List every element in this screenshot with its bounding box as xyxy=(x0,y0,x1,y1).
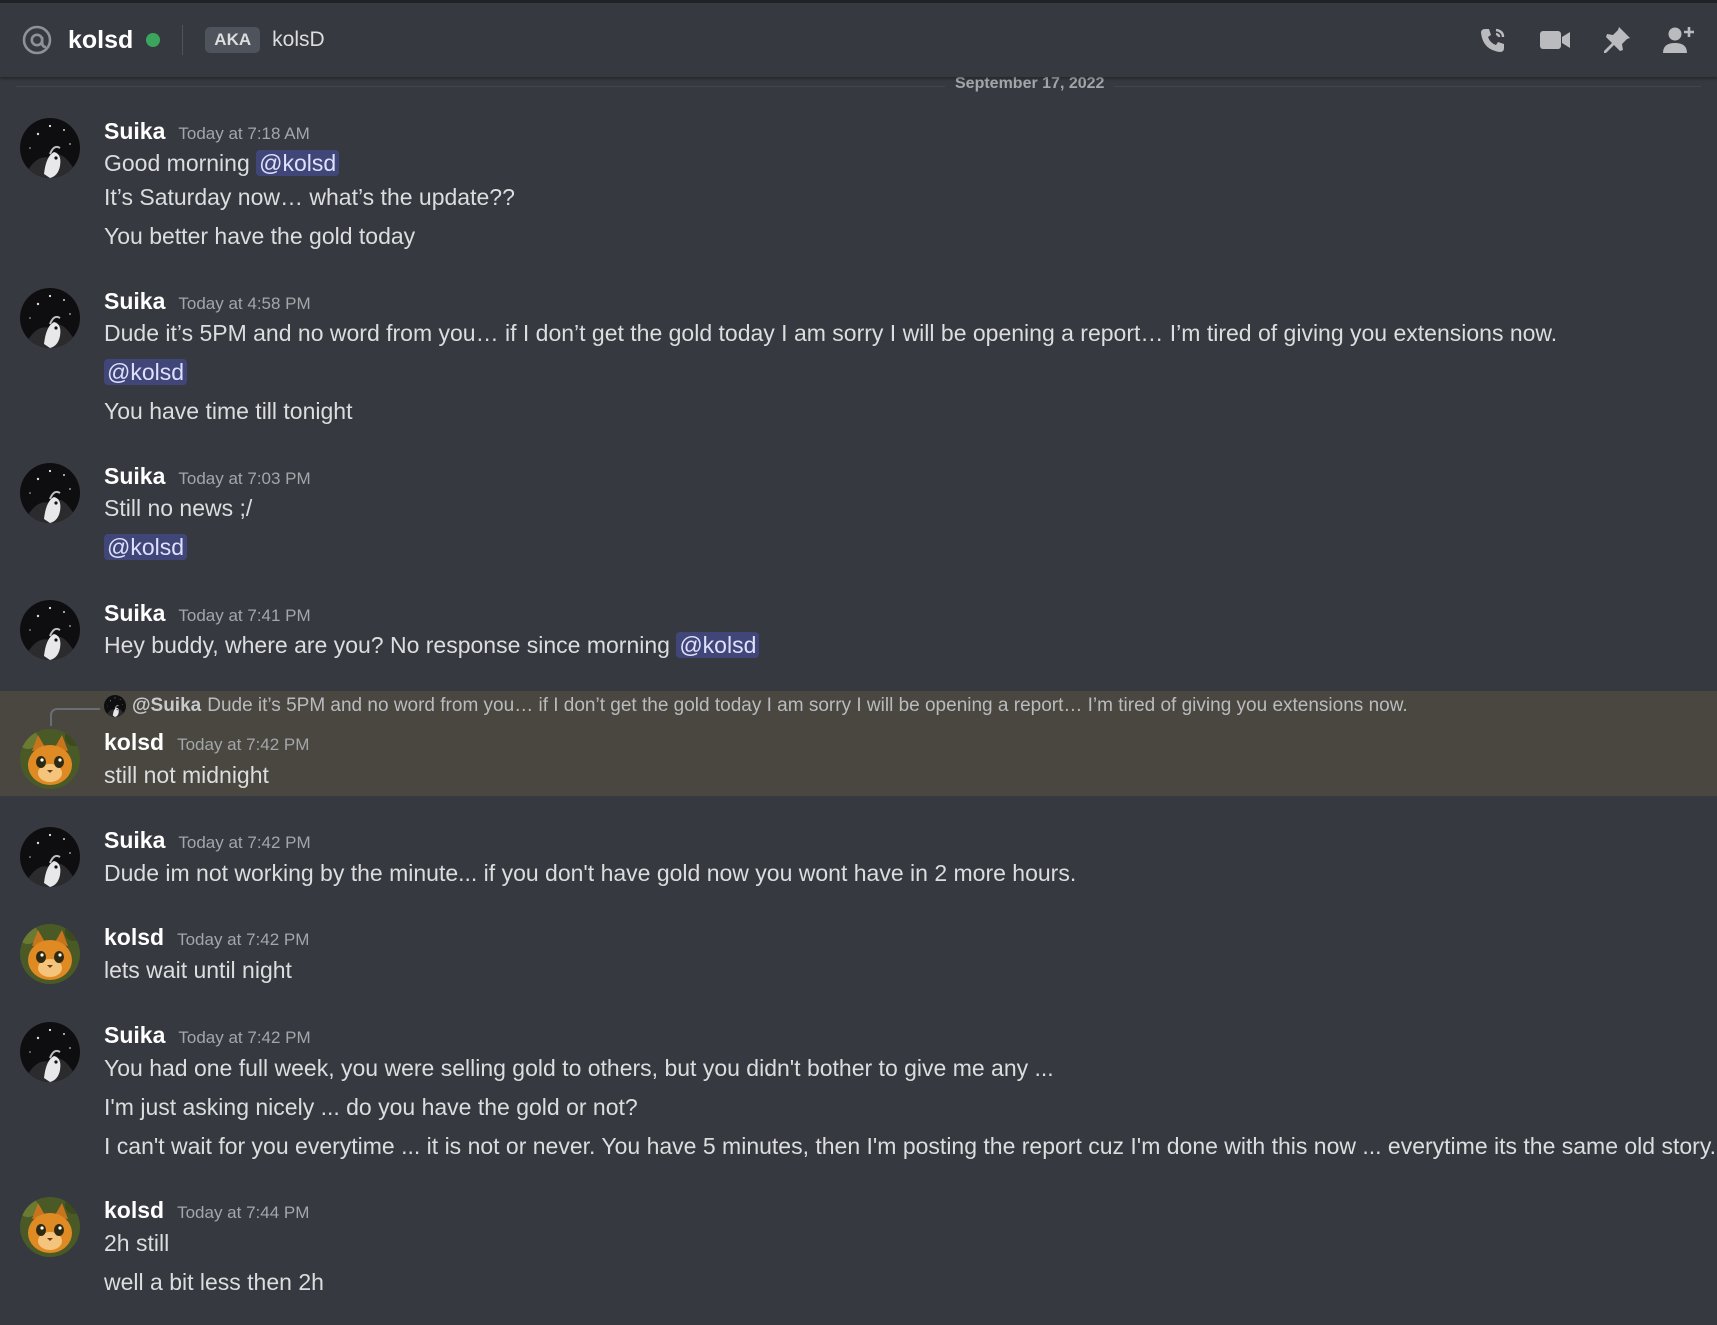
user-mention[interactable]: @kolsd xyxy=(256,150,340,176)
reply-username[interactable]: @Suika xyxy=(132,695,201,717)
video-call-icon[interactable] xyxy=(1537,22,1573,58)
username[interactable]: Suika xyxy=(104,827,165,854)
at-icon xyxy=(20,23,54,57)
message-text: Hey buddy, where are you? No response si… xyxy=(104,632,677,658)
timestamp: Today at 7:18 AM xyxy=(178,124,310,143)
user-mention[interactable]: @kolsd xyxy=(104,534,188,560)
avatar[interactable] xyxy=(20,827,80,887)
avatar[interactable] xyxy=(20,729,80,789)
aka-badge: AKA xyxy=(205,27,261,53)
message-line: lets wait until night xyxy=(104,957,292,983)
username[interactable]: Suika xyxy=(104,1022,165,1049)
online-status-indicator xyxy=(146,33,161,47)
timestamp: Today at 7:42 PM xyxy=(177,735,310,754)
username[interactable]: kolsd xyxy=(104,924,164,951)
timestamp: Today at 7:42 PM xyxy=(178,833,311,852)
reply-text: Dude it’s 5PM and no word from you… if I… xyxy=(207,695,1408,716)
avatar[interactable] xyxy=(20,600,80,660)
timestamp: Today at 7:03 PM xyxy=(178,469,311,488)
phone-call-icon[interactable] xyxy=(1475,22,1511,58)
username[interactable]: Suika xyxy=(104,600,165,627)
timestamp: Today at 7:42 PM xyxy=(177,930,310,949)
date-divider xyxy=(16,86,1701,87)
avatar[interactable] xyxy=(20,118,80,178)
avatar[interactable] xyxy=(20,924,80,984)
message-line: You better have the gold today xyxy=(104,223,416,249)
avatar[interactable] xyxy=(20,1197,80,1257)
message-line: It’s Saturday now… what’s the update?? xyxy=(104,184,515,210)
message-line: still not midnight xyxy=(104,762,269,788)
timestamp: Today at 4:58 PM xyxy=(178,294,311,313)
avatar[interactable] xyxy=(20,288,80,348)
message-line: Dude im not working by the minute... if … xyxy=(104,860,1077,886)
username[interactable]: Suika xyxy=(104,463,165,490)
reply-avatar xyxy=(104,695,126,717)
message-line: @kolsd xyxy=(104,359,188,386)
message-line: @kolsd xyxy=(104,534,188,561)
timestamp: Today at 7:41 PM xyxy=(178,606,311,625)
add-friend-icon[interactable] xyxy=(1661,22,1697,58)
message-line: well a bit less then 2h xyxy=(104,1269,324,1295)
header-divider xyxy=(182,25,184,55)
channel-title: kolsd xyxy=(68,25,134,54)
date-divider-label: September 17, 2022 xyxy=(945,75,1115,93)
reply-preview[interactable]: @Suika Dude it’s 5PM and no word from yo… xyxy=(104,695,1408,717)
message-line: I can't wait for you everytime ... it is… xyxy=(104,1133,1716,1159)
message-line: You have time till tonight xyxy=(104,398,353,424)
message-line: You had one full week, you were selling … xyxy=(104,1055,1054,1081)
message-line: Good morning @kolsd xyxy=(104,150,340,177)
header-toolbar xyxy=(1475,22,1697,58)
message-line: Hey buddy, where are you? No response si… xyxy=(104,632,760,659)
user-mention[interactable]: @kolsd xyxy=(676,632,760,658)
message-line: I'm just asking nicely ... do you have t… xyxy=(104,1094,638,1120)
pin-icon[interactable] xyxy=(1599,22,1635,58)
avatar[interactable] xyxy=(20,463,80,523)
message-line: Still no news ;/ xyxy=(104,495,253,521)
username[interactable]: kolsd xyxy=(104,729,164,756)
timestamp: Today at 7:44 PM xyxy=(177,1203,310,1222)
message-line: 2h still xyxy=(104,1230,170,1256)
username[interactable]: Suika xyxy=(104,118,165,145)
message-text: Good morning xyxy=(104,150,257,176)
message-line: Dude it’s 5PM and no word from you… if I… xyxy=(104,320,1558,346)
username[interactable]: Suika xyxy=(104,288,165,315)
channel-header: kolsd AKA kolsD xyxy=(0,0,1717,77)
user-alias: kolsD xyxy=(272,28,325,51)
user-mention[interactable]: @kolsd xyxy=(104,359,188,385)
reply-connector xyxy=(50,708,100,726)
timestamp: Today at 7:42 PM xyxy=(178,1028,311,1047)
avatar[interactable] xyxy=(20,1022,80,1082)
username[interactable]: kolsd xyxy=(104,1197,164,1224)
